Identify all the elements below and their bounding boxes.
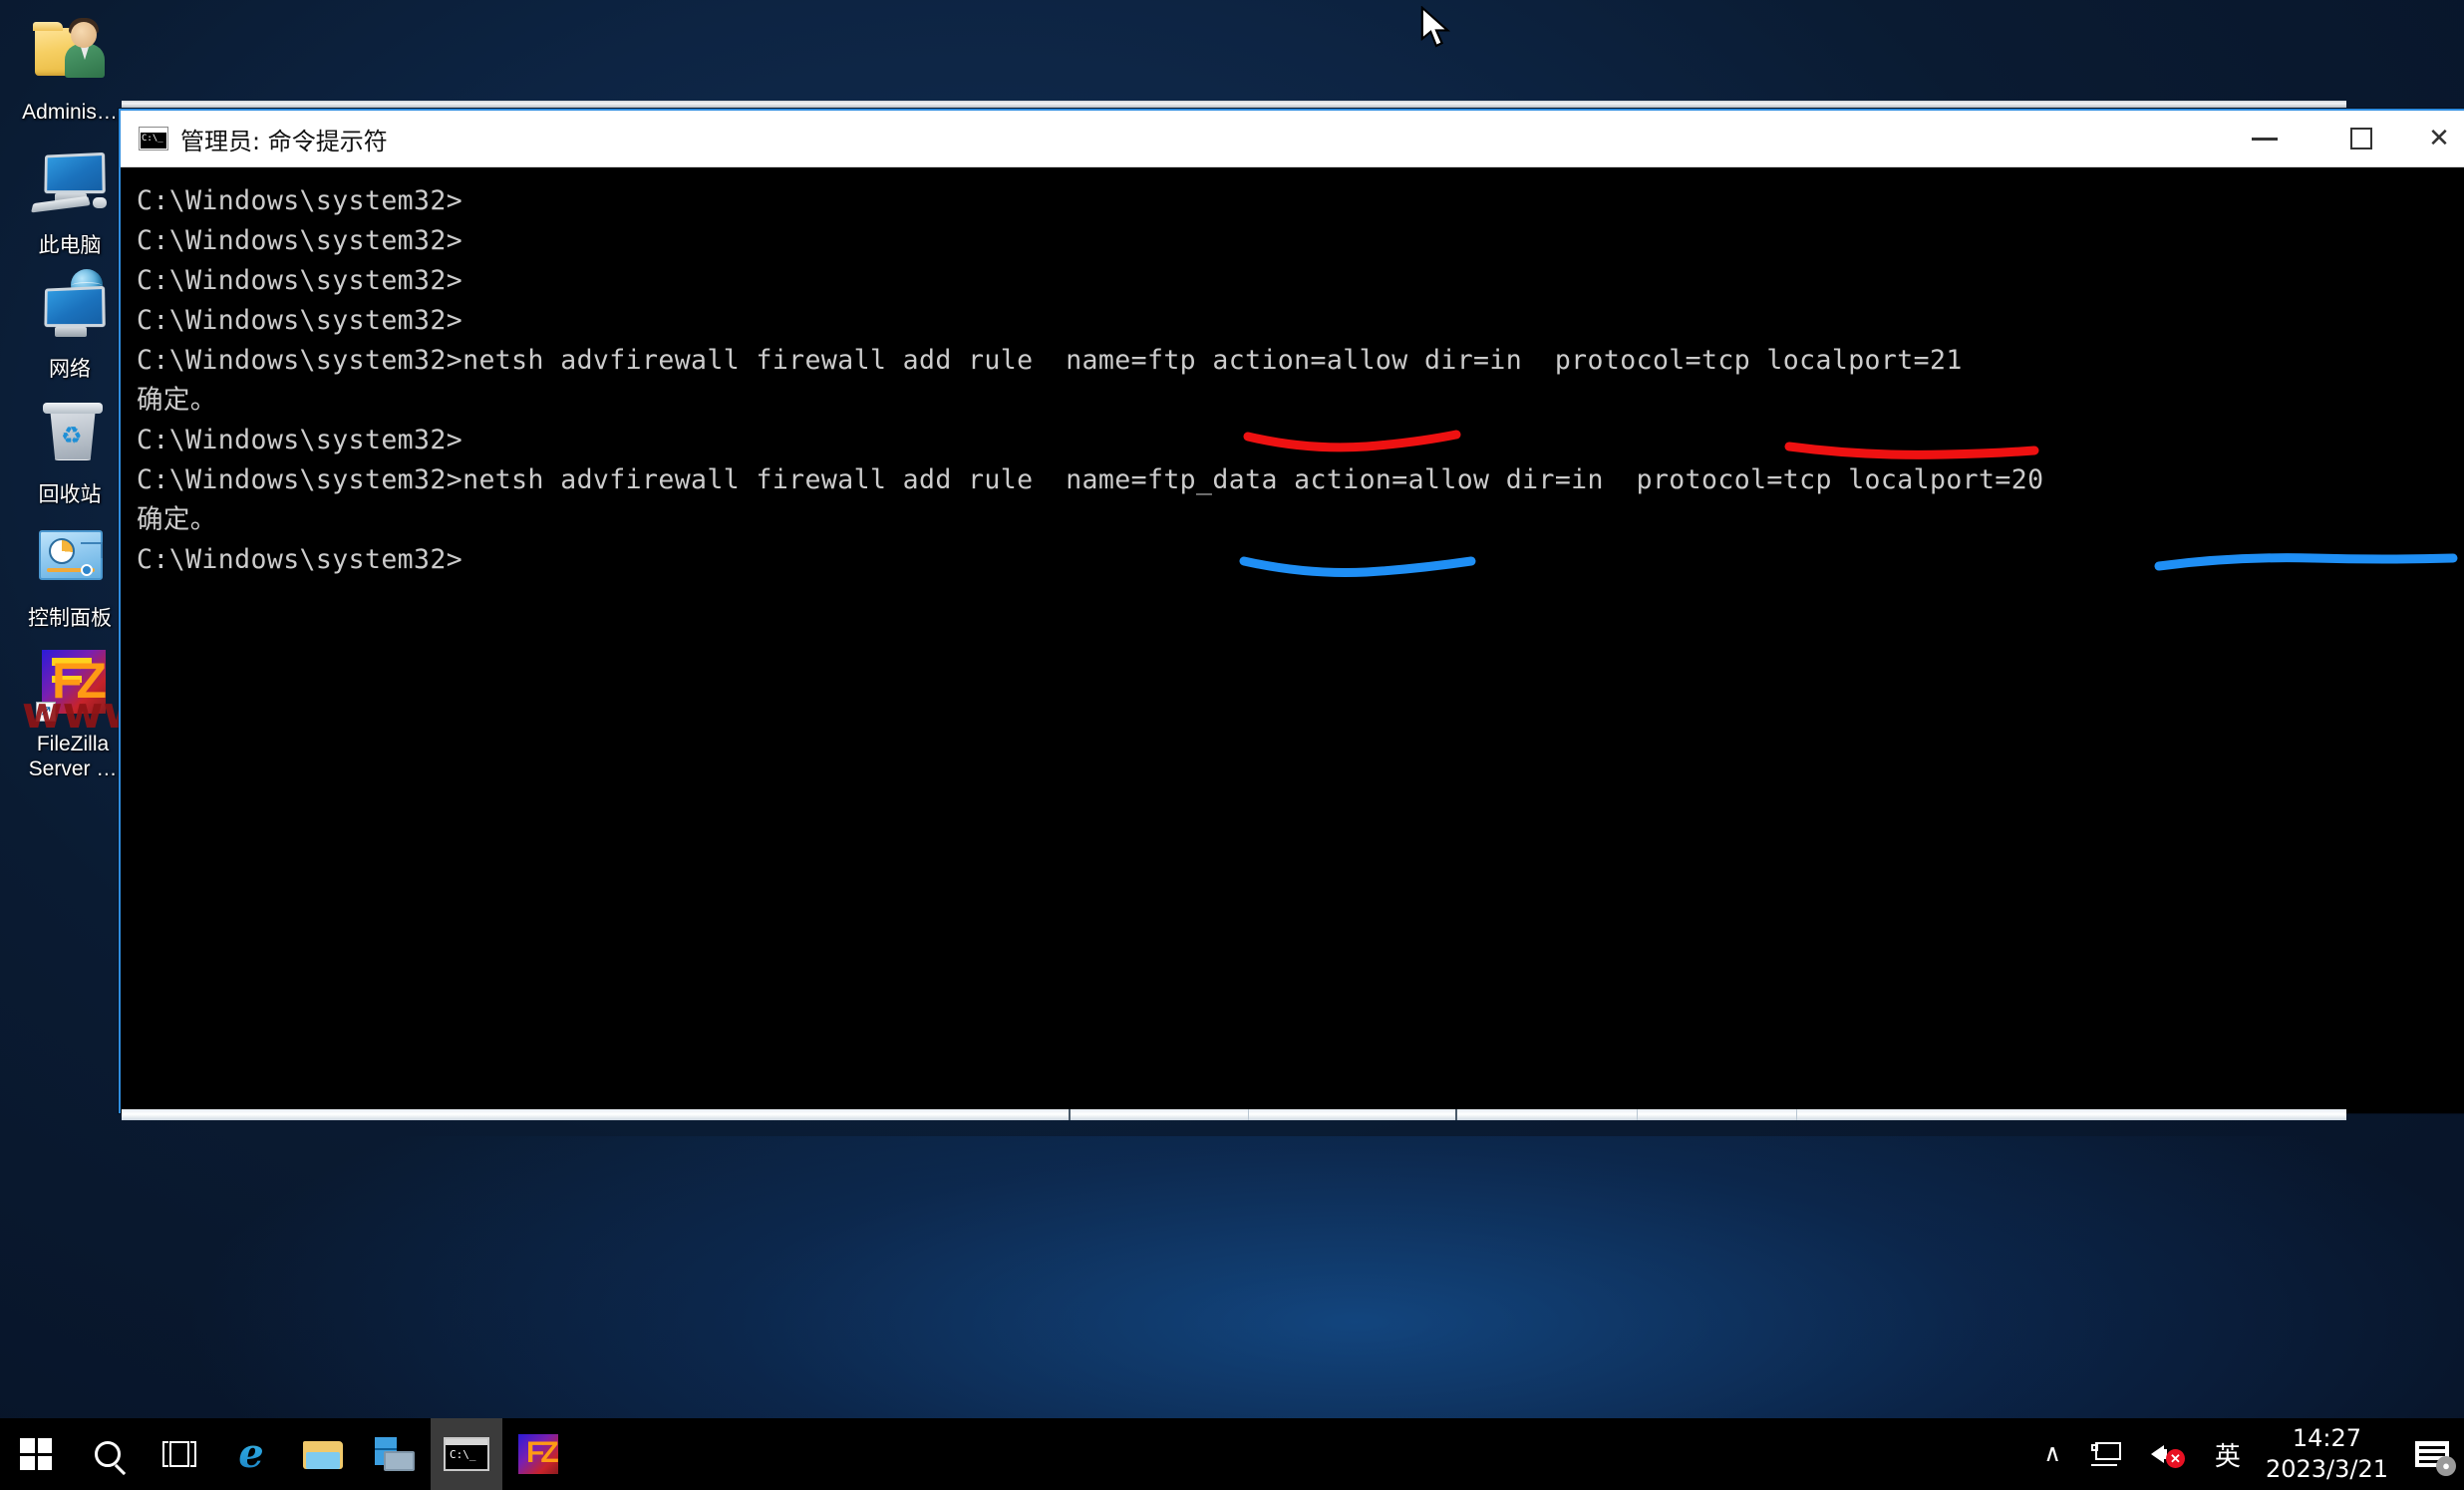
chevron-up-icon: ∧ — [2043, 1440, 2061, 1467]
internet-explorer-button[interactable]: e — [215, 1418, 287, 1490]
desktop-glow — [0, 1136, 2464, 1445]
this-pc-icon — [30, 148, 109, 225]
cmd-icon — [139, 127, 168, 150]
window-title: 管理员: 命令提示符 — [180, 127, 388, 155]
system-tray[interactable]: ∧ ✕ 英 14:27 2023/3/21 ● — [2028, 1418, 2464, 1490]
administrator-folder-icon — [31, 14, 109, 92]
shortcut-arrow-icon: ↗ — [36, 702, 56, 722]
taskbar[interactable]: e FZ ∧ ✕ 英 — [0, 1418, 2464, 1490]
desktop-icon-label: Adminis… — [22, 101, 118, 124]
maximize-button[interactable] — [2312, 111, 2409, 167]
internet-explorer-icon: e — [238, 1430, 264, 1477]
desktop-icon-label: 回收站 — [38, 483, 102, 506]
desktop-icon-this-pc[interactable]: 此电脑 — [10, 148, 130, 258]
minimize-button[interactable] — [2216, 111, 2312, 167]
close-button[interactable]: ✕ — [2409, 111, 2464, 167]
ime-indicator[interactable]: 英 — [2200, 1418, 2256, 1490]
recycle-bin-icon: ♻ — [31, 397, 109, 474]
minimize-icon — [2251, 137, 2278, 141]
console-line: C:\Windows\system32> — [137, 185, 463, 216]
network-icon — [2090, 1442, 2121, 1466]
console-line: 确定。 — [137, 385, 217, 416]
console-line: C:\Windows\system32> — [137, 265, 463, 296]
volume-tray-button[interactable]: ✕ — [2136, 1418, 2200, 1490]
maximize-icon — [2349, 128, 2372, 149]
server-manager-button[interactable] — [359, 1418, 431, 1490]
filezilla-taskbar-button[interactable]: FZ — [502, 1418, 574, 1490]
network-icon — [31, 269, 109, 349]
notification-center-button[interactable]: ● — [2406, 1418, 2458, 1490]
console-line: C:\Windows\system32> — [137, 544, 463, 575]
ime-language-label: 英 — [2214, 1441, 2241, 1472]
notification-badge: ● — [2436, 1456, 2456, 1476]
desktop-icon-control-panel[interactable]: 控制面板 — [10, 520, 130, 631]
control-panel-icon — [31, 520, 109, 598]
command-prompt-window[interactable]: 管理员: 命令提示符 ✕ C:\Windows\system32> C:\Win… — [119, 109, 2464, 1113]
desktop-icon-administrator-folder[interactable]: Adminis… — [10, 14, 130, 125]
desktop-icon-label: 此电脑 — [38, 234, 102, 257]
window-titlebar[interactable]: 管理员: 命令提示符 ✕ — [121, 111, 2464, 167]
task-view-icon — [162, 1441, 196, 1467]
search-icon — [95, 1441, 121, 1467]
volume-muted-icon: ✕ — [2150, 1441, 2185, 1468]
network-tray-button[interactable] — [2076, 1418, 2136, 1490]
file-explorer-icon — [303, 1439, 343, 1469]
desktop-icon-recycle-bin[interactable]: ♻ 回收站 — [10, 397, 130, 507]
window-controls: ✕ — [2216, 111, 2464, 167]
cmd-icon — [444, 1437, 489, 1471]
console-line: C:\Windows\system32> — [137, 225, 463, 256]
desktop-icon-label: 控制面板 — [28, 607, 112, 630]
clock-date: 2023/3/21 — [2265, 1455, 2388, 1483]
start-button[interactable] — [0, 1418, 72, 1490]
console-line: C:\Windows\system32>netsh advfirewall fi… — [137, 345, 1963, 376]
console-line: 确定。 — [137, 504, 217, 535]
filezilla-icon: FZ ↗ — [34, 646, 112, 724]
window-top-scroll-strip — [122, 101, 2346, 108]
clock[interactable]: 14:27 2023/3/21 — [2256, 1423, 2406, 1485]
windows-start-icon — [20, 1438, 52, 1470]
close-icon: ✕ — [2428, 124, 2450, 153]
show-hidden-icons-button[interactable]: ∧ — [2028, 1418, 2076, 1490]
search-button[interactable] — [72, 1418, 144, 1490]
desktop-icon-label: 网络 — [49, 358, 91, 381]
window-bottom-scroll-strip — [122, 1109, 2346, 1120]
console-output-area[interactable]: C:\Windows\system32> C:\Windows\system32… — [121, 167, 2464, 1113]
desktop: Adminis… 此电脑 网络 ♻ 回收站 控制面板 FZ ↗ FileZill… — [0, 0, 2464, 1490]
mouse-cursor — [1420, 6, 1451, 48]
server-manager-icon — [375, 1437, 415, 1471]
console-line: C:\Windows\system32> — [137, 425, 463, 455]
console-line: C:\Windows\system32> — [137, 305, 463, 336]
file-explorer-button[interactable] — [287, 1418, 359, 1490]
console-line: C:\Windows\system32>netsh advfirewall fi… — [137, 464, 2044, 495]
task-view-button[interactable] — [144, 1418, 215, 1490]
filezilla-icon: FZ — [518, 1434, 559, 1474]
command-prompt-taskbar-button[interactable] — [431, 1418, 502, 1490]
desktop-icon-network[interactable]: 网络 — [10, 269, 130, 382]
clock-time: 14:27 — [2292, 1424, 2362, 1452]
